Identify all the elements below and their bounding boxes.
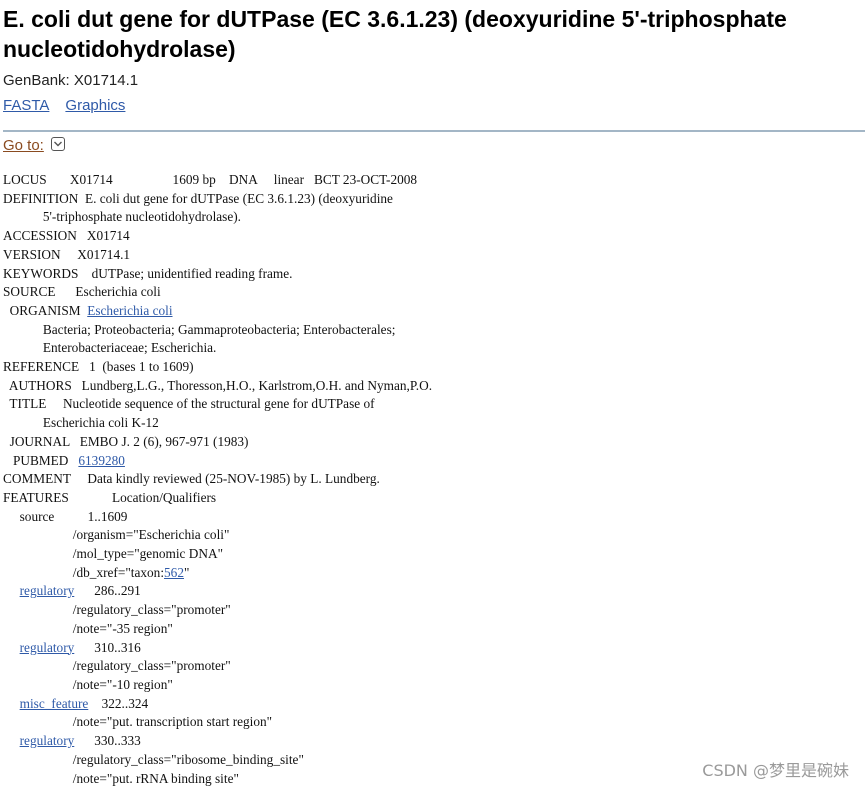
chevron-down-icon[interactable]	[51, 137, 66, 151]
header-divider	[3, 130, 865, 132]
source-feature-row: source 1..1609	[3, 508, 128, 524]
organism-link[interactable]: Escherichia coli	[87, 303, 172, 318]
title-line-1: TITLE Nucleotide sequence of the structu…	[3, 396, 375, 412]
definition-line-2: 5'-triphosphate nucleotidohydrolase).	[3, 209, 241, 225]
regulatory-link-1[interactable]: regulatory	[20, 583, 75, 598]
page-title: E. coli dut gene for dUTPase (EC 3.6.1.2…	[3, 6, 787, 62]
features-header: FEATURES Location/Qualifiers	[3, 489, 217, 505]
accession-row: ACCESSION X01714	[3, 228, 130, 244]
regulatory-class-2: /regulatory_class="promoter"	[3, 658, 231, 674]
regulatory-link-3[interactable]: regulatory	[20, 733, 75, 748]
keywords-row: KEYWORDS dUTPase; unidentified reading f…	[3, 265, 293, 281]
regulatory-location-3: 330..333	[74, 733, 141, 749]
lineage-line-1: Bacteria; Proteobacteria; Gammaproteobac…	[3, 321, 396, 337]
csdn-watermark: CSDN @梦里是碗妹	[702, 761, 849, 780]
graphics-link[interactable]: Graphics	[65, 97, 125, 114]
taxon-link[interactable]: 562	[164, 565, 184, 580]
comment-row: COMMENT Data kindly reviewed (25-NOV-198…	[3, 471, 380, 487]
feature-indent	[3, 696, 20, 711]
regulatory-note-1: /note="-35 region"	[3, 620, 173, 636]
source-moltype-qualifier: /mol_type="genomic DNA"	[3, 546, 224, 562]
goto-link[interactable]: Go to:	[3, 137, 44, 154]
lineage-line-2: Enterobacteriaceae; Escherichia.	[3, 340, 217, 356]
definition-line-1: DEFINITION E. coli dut gene for dUTPase …	[3, 190, 393, 206]
feature-indent	[3, 583, 20, 598]
journal-row: JOURNAL EMBO J. 2 (6), 967-971 (1983)	[3, 433, 249, 449]
genbank-record: LOCUS X01714 1609 bp DNA linear BCT 23-O…	[3, 171, 432, 788]
feature-indent	[3, 733, 20, 748]
regulatory-link-2[interactable]: regulatory	[20, 640, 75, 655]
pubmed-label: PUBMED	[3, 452, 79, 468]
regulatory-class-3: /regulatory_class="ribosome_binding_site…	[3, 751, 304, 767]
misc-feature-note: /note="put. transcription start region"	[3, 714, 273, 730]
format-links: FASTA Graphics	[3, 96, 141, 116]
genbank-accession: GenBank: X01714.1	[3, 72, 139, 89]
misc-feature-link[interactable]: misc_feature	[20, 696, 89, 711]
fasta-link[interactable]: FASTA	[3, 97, 49, 114]
locus-line: LOCUS X01714 1609 bp DNA linear BCT 23-O…	[3, 172, 418, 187]
pubmed-link[interactable]: 6139280	[78, 453, 125, 468]
title-line-2: Escherichia coli K-12	[3, 415, 159, 431]
source-dbxref-prefix: /db_xref="taxon:	[3, 564, 165, 580]
misc-feature-location: 322..324	[88, 695, 149, 711]
authors-row: AUTHORS Lundberg,L.G., Thoresson,H.O., K…	[3, 377, 433, 393]
source-dbxref-suffix: "	[183, 564, 190, 580]
regulatory-location-2: 310..316	[74, 639, 141, 655]
source-row: SOURCE Escherichia coli	[3, 284, 161, 300]
regulatory-note-2: /note="-10 region"	[3, 676, 173, 692]
reference-row: REFERENCE 1 (bases 1 to 1609)	[3, 359, 194, 375]
version-row: VERSION X01714.1	[3, 246, 131, 262]
goto-menu: Go to:	[3, 136, 66, 156]
source-organism-qualifier: /organism="Escherichia coli"	[3, 527, 230, 543]
regulatory-note-3: /note="put. rRNA binding site"	[3, 770, 239, 786]
regulatory-location-1: 286..291	[74, 583, 141, 599]
feature-indent	[3, 640, 20, 655]
organism-label: ORGANISM	[3, 302, 88, 318]
regulatory-class-1: /regulatory_class="promoter"	[3, 602, 231, 618]
